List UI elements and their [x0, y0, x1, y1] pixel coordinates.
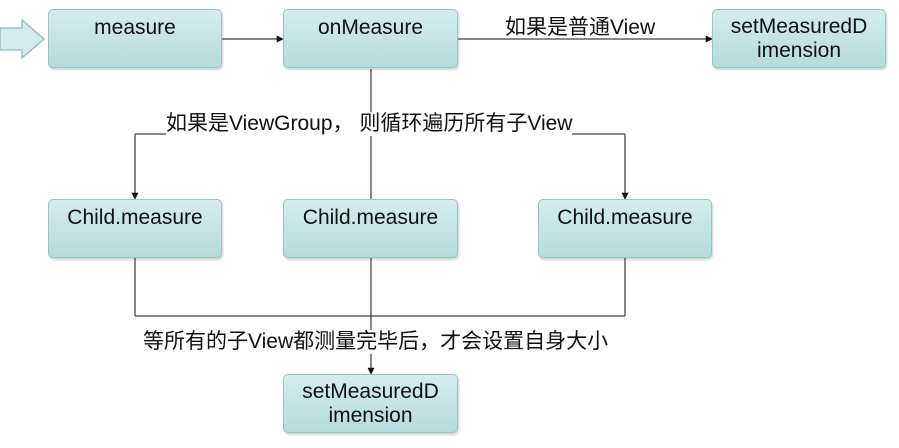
label-after-children: 等所有的子View都测量完毕后，才会设置自身大小 — [143, 330, 609, 354]
node-on-measure: onMeasure — [283, 9, 458, 68]
node-set-measured-dimension-bottom: setMeasuredD imension — [283, 374, 458, 433]
entry-arrow-icon — [0, 18, 46, 60]
label-view-group: 如果是ViewGroup， 则循环遍历所有子View — [166, 112, 573, 136]
label-normal-view: 如果是普通View — [505, 16, 656, 39]
node-set-measured-dimension-top-line-1: setMeasuredD — [730, 15, 868, 38]
node-child-measure-3-label: Child.measure — [557, 206, 693, 229]
node-set-measured-dimension-top-line-2: imension — [756, 39, 842, 62]
node-set-measured-dimension-bottom-line-2: imension — [328, 404, 413, 427]
node-set-measured-dimension-bottom-line-1: setMeasuredD — [302, 380, 439, 403]
node-on-measure-label: onMeasure — [317, 16, 424, 39]
node-child-measure-1-label: Child.measure — [67, 206, 203, 229]
node-child-measure-2: Child.measure — [283, 199, 458, 258]
node-child-measure-3: Child.measure — [538, 199, 712, 258]
node-measure: measure — [48, 9, 222, 68]
node-child-measure-1: Child.measure — [48, 199, 222, 258]
node-child-measure-2-label: Child.measure — [302, 206, 439, 229]
node-set-measured-dimension-top: setMeasuredD imension — [712, 9, 886, 68]
node-measure-label: measure — [94, 16, 176, 39]
